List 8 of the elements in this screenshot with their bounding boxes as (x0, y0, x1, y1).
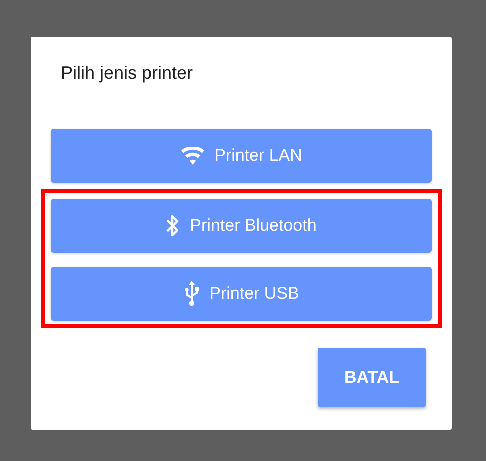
printer-option-button[interactable]: Printer USB (51, 267, 432, 321)
usb-icon (184, 281, 200, 307)
wifi-icon (180, 147, 205, 165)
bluetooth-icon (166, 214, 180, 238)
printer-option-button[interactable]: Printer LAN (51, 129, 432, 183)
cancel-button[interactable]: BATAL (318, 348, 426, 407)
dialog-title: Pilih jenis printer (60, 62, 194, 85)
printer-option-button[interactable]: Printer Bluetooth (51, 199, 432, 253)
